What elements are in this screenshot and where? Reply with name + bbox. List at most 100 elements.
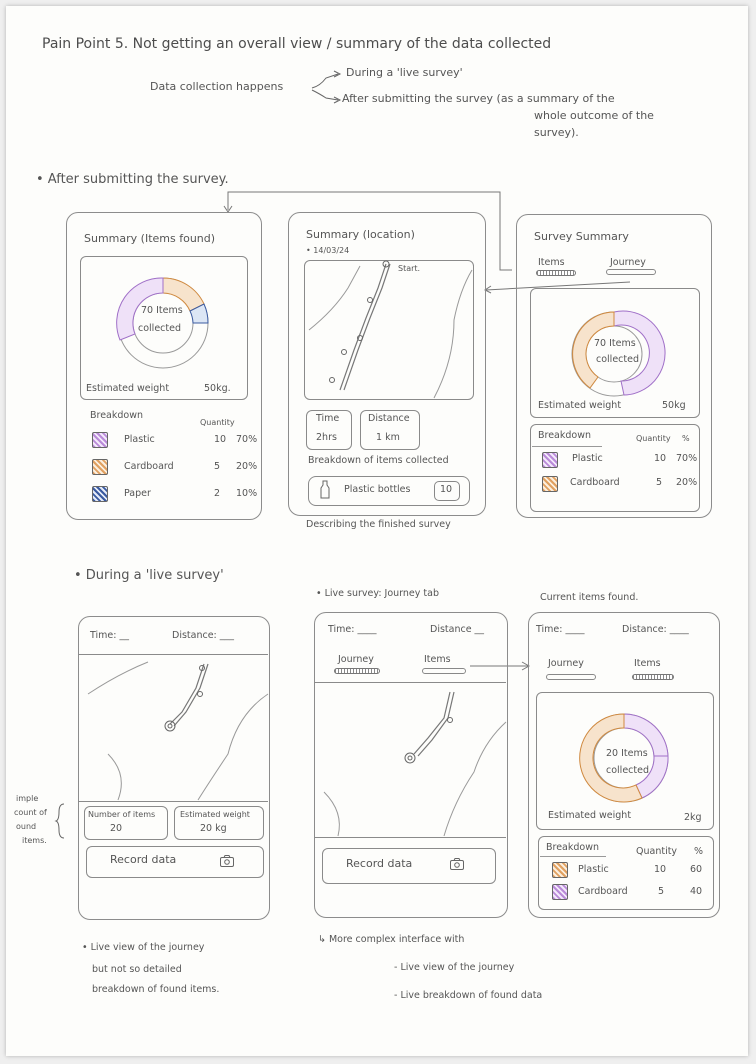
paper-swatch (92, 486, 108, 502)
screen3-title: Survey Summary (534, 230, 629, 243)
tab-items[interactable]: Items (538, 257, 565, 268)
screen2-start-label: Start. (398, 264, 421, 273)
screen4-note-1: • Live view of the journey (82, 942, 205, 953)
screen3-row-plastic-qty: 10 (654, 453, 667, 464)
screen6-row-plastic-qty: 10 (654, 864, 667, 875)
screen5-tab-items[interactable]: Items (424, 654, 451, 665)
screen4-route (87, 661, 269, 801)
screen6-distance: Distance: ____ (622, 624, 689, 635)
screen6-row-cardboard-pct: 40 (690, 886, 703, 897)
screen6-tab-items[interactable]: Items (634, 658, 661, 669)
screen1-est-value: 50kg. (204, 383, 231, 394)
screen5-tab-items-indicator (422, 668, 466, 674)
screen4-note-2: but not so detailed (92, 964, 182, 975)
screen6-time: Time: ____ (536, 624, 585, 635)
screen4-distance: Distance: ___ (172, 630, 235, 641)
plastic-bottles-count: 10 (440, 484, 453, 495)
record-data-label: Record data (110, 853, 177, 866)
screen1-breakdown-label: Breakdown (90, 410, 144, 421)
number-of-items-value: 20 (110, 823, 123, 834)
screen6-heading: Current items found. (540, 592, 639, 603)
screen6-row-cardboard-name: Cardboard (578, 886, 628, 897)
screen4-time: Time: __ (90, 630, 129, 641)
notes-line-1: ↳ More complex interface with (318, 934, 465, 945)
screen3-est-value: 50kg (662, 400, 686, 411)
screen1-row-plastic-qty: 10 (214, 434, 227, 445)
screen1-row-paper-qty: 2 (214, 488, 221, 499)
screen5-tab-journey-indicator (334, 668, 380, 674)
screen6-row-cardboard-qty: 5 (658, 886, 665, 897)
screen3-row-plastic-pct: 70% (676, 453, 698, 464)
screen6-donut-label: collected (606, 765, 649, 776)
side-note-2: count of (14, 808, 47, 817)
screen5-time: Time: ____ (328, 624, 377, 635)
screen1-row-cardboard-qty: 5 (214, 461, 221, 472)
bottle-icon (320, 480, 330, 499)
tab-items-indicator (536, 270, 576, 276)
plastic-swatch (542, 452, 558, 468)
screen6-row-plastic-name: Plastic (578, 864, 609, 875)
camera-icon (220, 855, 234, 867)
notes-line-3: - Live breakdown of found data (394, 990, 543, 1001)
screen6-tab-journey[interactable]: Journey (548, 658, 584, 669)
screen6-breakdown-label: Breakdown (546, 842, 600, 853)
screen6-est-label: Estimated weight (548, 810, 632, 821)
screen2-date: • 14/03/24 (306, 246, 350, 255)
screen2-breakdown-label: Breakdown of items collected (308, 455, 449, 466)
screen2-route (308, 260, 473, 399)
screen6-donut-count: 20 Items (606, 748, 648, 759)
plastic-swatch (92, 432, 108, 448)
time-label: Time (316, 413, 340, 424)
screen5-distance: Distance __ (430, 624, 485, 635)
side-note-brace (54, 803, 65, 839)
screen3-pct-label: % (682, 434, 690, 443)
screen5-tab-journey[interactable]: Journey (338, 654, 374, 665)
screen2-caption: Describing the finished survey (306, 519, 451, 530)
distance-value: 1 km (376, 432, 400, 443)
screen1-row-plastic-name: Plastic (124, 434, 155, 445)
screen5-heading: • Live survey: Journey tab (316, 588, 439, 599)
side-note-3: ound (16, 822, 37, 831)
screen1-row-cardboard-name: Cardboard (124, 461, 174, 472)
screen6-quantity-label: Quantity (636, 846, 678, 857)
side-note-4: items. (22, 836, 47, 845)
screen4-note-3: breakdown of found items. (92, 984, 220, 995)
distance-label: Distance (368, 413, 410, 424)
screen6-tab-items-indicator (632, 674, 674, 680)
screen3-donut-count: 70 Items (594, 338, 636, 349)
camera-icon (450, 858, 464, 870)
screen1-title: Summary (Items found) (84, 232, 216, 245)
screen1-row-cardboard-pct: 20% (236, 461, 258, 472)
screen1-donut-label: collected (138, 323, 181, 334)
screen6-tab-journey-indicator (546, 674, 596, 680)
cardboard-swatch (542, 476, 558, 492)
tab-journey-indicator (606, 269, 656, 275)
notes-line-2: - Live view of the journey (394, 962, 515, 973)
number-of-items-label: Number of items (88, 810, 156, 819)
screen3-quantity-label: Quantity (636, 434, 671, 443)
plastic-swatch (552, 862, 568, 878)
screen3-breakdown-underline (532, 446, 602, 447)
screen3-row-cardboard-name: Cardboard (570, 477, 620, 488)
screen1-row-paper-pct: 10% (236, 488, 258, 499)
screen3-row-plastic-name: Plastic (572, 453, 603, 464)
time-value: 2hrs (316, 432, 337, 443)
screen1-donut-count: 70 Items (141, 305, 183, 316)
side-note-1: imple (16, 794, 39, 803)
screen3-row-cardboard-pct: 20% (676, 477, 698, 488)
screen6-row-plastic-pct: 60 (690, 864, 703, 875)
screen2-title: Summary (location) (306, 228, 415, 241)
screen6-pct-label: % (694, 846, 704, 857)
screen6-breakdown-underline (540, 856, 606, 857)
tab-journey[interactable]: Journey (610, 257, 646, 268)
screen3-est-label: Estimated weight (538, 400, 622, 411)
cardboard-swatch (552, 884, 568, 900)
screen3-breakdown-label: Breakdown (538, 430, 592, 441)
screen5-record-data-label: Record data (346, 857, 413, 870)
estimated-weight-label: Estimated weight (180, 810, 250, 819)
cardboard-swatch (92, 459, 108, 475)
estimated-weight-value: 20 kg (200, 823, 227, 834)
screen5-route (323, 691, 507, 837)
screen3-donut-label: collected (596, 354, 639, 365)
screen1-est-label: Estimated weight (86, 383, 170, 394)
